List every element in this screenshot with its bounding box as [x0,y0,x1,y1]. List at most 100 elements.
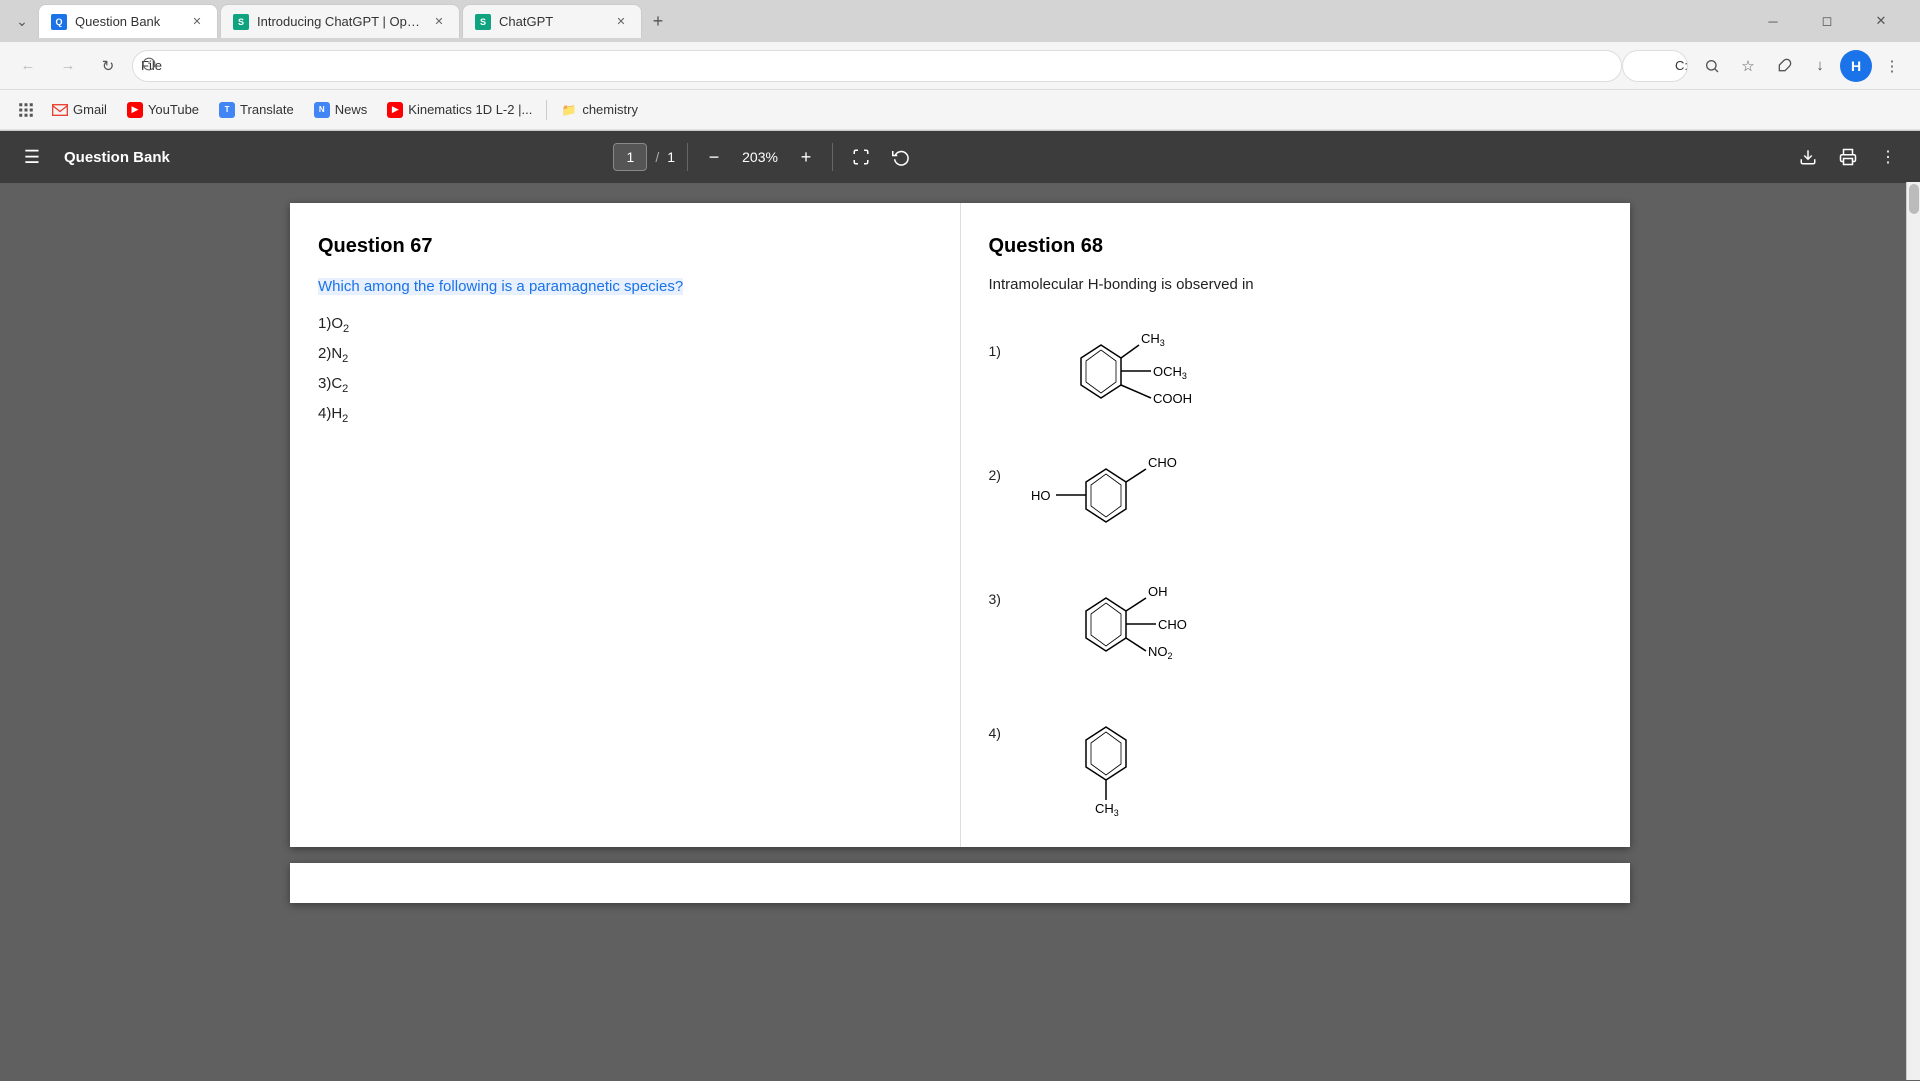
address-actions: ☆ ↓ H ⋮ [1696,50,1908,82]
molecule-4-svg: CH3 [1021,695,1241,815]
pdf-divider1 [687,143,688,171]
question-67-title: Question 67 [318,235,932,258]
bookmark-youtube[interactable]: ▶ YouTube [119,98,207,122]
pdf-more-button[interactable]: ⋮ [1872,141,1904,173]
molecule-4-row: 4) CH3 [989,695,1603,815]
cooh-label: COOH [1153,391,1192,406]
bookmark-kinematics[interactable]: ▶ Kinematics 1D L-2 |... [379,98,540,122]
mol-4-num: 4) [989,695,1013,741]
maximize-button[interactable]: ◻ [1804,5,1850,37]
option-1: 1)O2 [318,315,932,335]
rotate-button[interactable] [885,141,917,173]
chemistry-favicon: 📁 [561,102,577,118]
molecule-1-row: 1) CH3 OCH3 COOH [989,313,1603,433]
molecule-3-svg: OH CHO NO2 [1021,561,1241,691]
next-page-partial [290,863,1630,903]
tab-chatgpt[interactable]: S ChatGPT ✕ [462,4,642,38]
fit-page-button[interactable] [845,141,877,173]
window-controls: ─ ◻ ✕ [1750,5,1912,37]
address-text[interactable]: C:/Users/hp/Downloads/AIATS-02%20QP%20[R… [1622,50,1688,82]
cho-label: CHO [1148,455,1177,470]
option-2: 2)N2 [318,345,932,365]
bookmark-gmail[interactable]: Gmail [44,98,115,122]
tab-list-button[interactable]: ⌄ [8,7,36,35]
translate-favicon: T [219,102,235,118]
youtube-favicon: ▶ [127,102,143,118]
pdf-divider2 [832,143,833,171]
reload-button[interactable]: ↻ [92,50,124,82]
ch3-label-1: CH3 [1141,331,1165,348]
bookmark-translate[interactable]: T Translate [211,98,302,122]
gmail-favicon [52,102,68,118]
scrollbar-thumb[interactable] [1909,184,1919,214]
pdf-download-button[interactable] [1792,141,1824,173]
zoom-in-button[interactable]: + [792,143,820,171]
tab-chatgpt-intro[interactable]: S Introducing ChatGPT | OpenAI ✕ [220,4,460,38]
pdf-content[interactable]: Question 67 Which among the following is… [0,183,1920,1081]
search-icon-btn[interactable] [1696,50,1728,82]
tab1-title: Question Bank [75,14,181,29]
pdf-page: Question 67 Which among the following is… [290,203,1630,847]
address-bar: ← → ↻ File C:/Users/hp/Downloads/AIATS-0… [0,42,1920,90]
bookmarks-bar: Gmail ▶ YouTube T Translate N News ▶ Kin… [0,90,1920,130]
tab2-title: Introducing ChatGPT | OpenAI [257,14,423,29]
question-67-text: Which among the following is a paramagne… [318,278,683,295]
molecules-list: 1) CH3 OCH3 COOH [989,313,1603,815]
mol-2-num: 2) [989,437,1013,483]
more-btn[interactable]: ⋮ [1876,50,1908,82]
molecule-2-row: 2) HO CHO [989,437,1603,557]
kinematics-label: Kinematics 1D L-2 |... [408,102,532,117]
tab1-favicon: Q [51,14,67,30]
page-current[interactable]: 1 [613,143,647,171]
apps-button[interactable] [12,96,40,124]
browser-chrome: ⌄ Q Question Bank ✕ S Introducing ChatGP… [0,0,1920,131]
question-68-column: Question 68 Intramolecular H-bonding is … [961,203,1631,847]
download-btn[interactable]: ↓ [1804,50,1836,82]
gmail-label: Gmail [73,102,107,117]
molecule-3-row: 3) OH CHO NO2 [989,561,1603,691]
question-68-text: Intramolecular H-bonding is observed in [989,276,1603,293]
cho-label-2: CHO [1158,617,1187,632]
translate-label: Translate [240,102,294,117]
minimize-button[interactable]: ─ [1750,5,1796,37]
question-67-options: 1)O2 2)N2 3)C2 4)H2 [318,315,932,425]
tab-question-bank[interactable]: Q Question Bank ✕ [38,4,218,38]
tab2-close[interactable]: ✕ [431,14,447,30]
news-favicon: N [314,102,330,118]
zoom-out-button[interactable]: − [700,143,728,171]
molecule-2-svg: HO CHO [1021,437,1241,557]
forward-button[interactable]: → [52,50,84,82]
tab-bar: ⌄ Q Question Bank ✕ S Introducing ChatGP… [0,0,1920,42]
tab3-favicon: S [475,14,491,30]
back-button[interactable]: ← [12,50,44,82]
page-total: 1 [667,149,675,165]
kinematics-favicon: ▶ [387,102,403,118]
close-button[interactable]: ✕ [1858,5,1904,37]
question-68-title: Question 68 [989,235,1603,258]
bookmark-btn[interactable]: ☆ [1732,50,1764,82]
news-label: News [335,102,368,117]
no2-label: NO2 [1148,644,1173,661]
file-icon [142,57,156,74]
tab1-close[interactable]: ✕ [189,14,205,30]
option-4: 4)H2 [318,405,932,425]
mol-1-num: 1) [989,313,1013,359]
new-tab-button[interactable]: + [644,7,672,35]
bookmark-news[interactable]: N News [306,98,376,122]
tab3-close[interactable]: ✕ [613,14,629,30]
extensions-btn[interactable] [1768,50,1800,82]
pdf-print-button[interactable] [1832,141,1864,173]
pdf-toolbar-actions: ⋮ [1792,141,1904,173]
bookmark-chemistry[interactable]: 📁 chemistry [553,98,646,122]
page-separator: / [655,149,659,165]
och3-label: OCH3 [1153,364,1187,381]
zoom-value: 203% [736,149,784,165]
question-67-column: Question 67 Which among the following is… [290,203,961,847]
profile-button[interactable]: H [1840,50,1872,82]
pdf-menu-button[interactable]: ☰ [16,141,48,173]
pdf-toolbar-center: 1 / 1 − 203% + [613,141,917,173]
mol-3-num: 3) [989,561,1013,607]
ho-label: HO [1031,488,1051,503]
file-label: File [132,50,1622,82]
scrollbar[interactable] [1906,183,1920,1080]
